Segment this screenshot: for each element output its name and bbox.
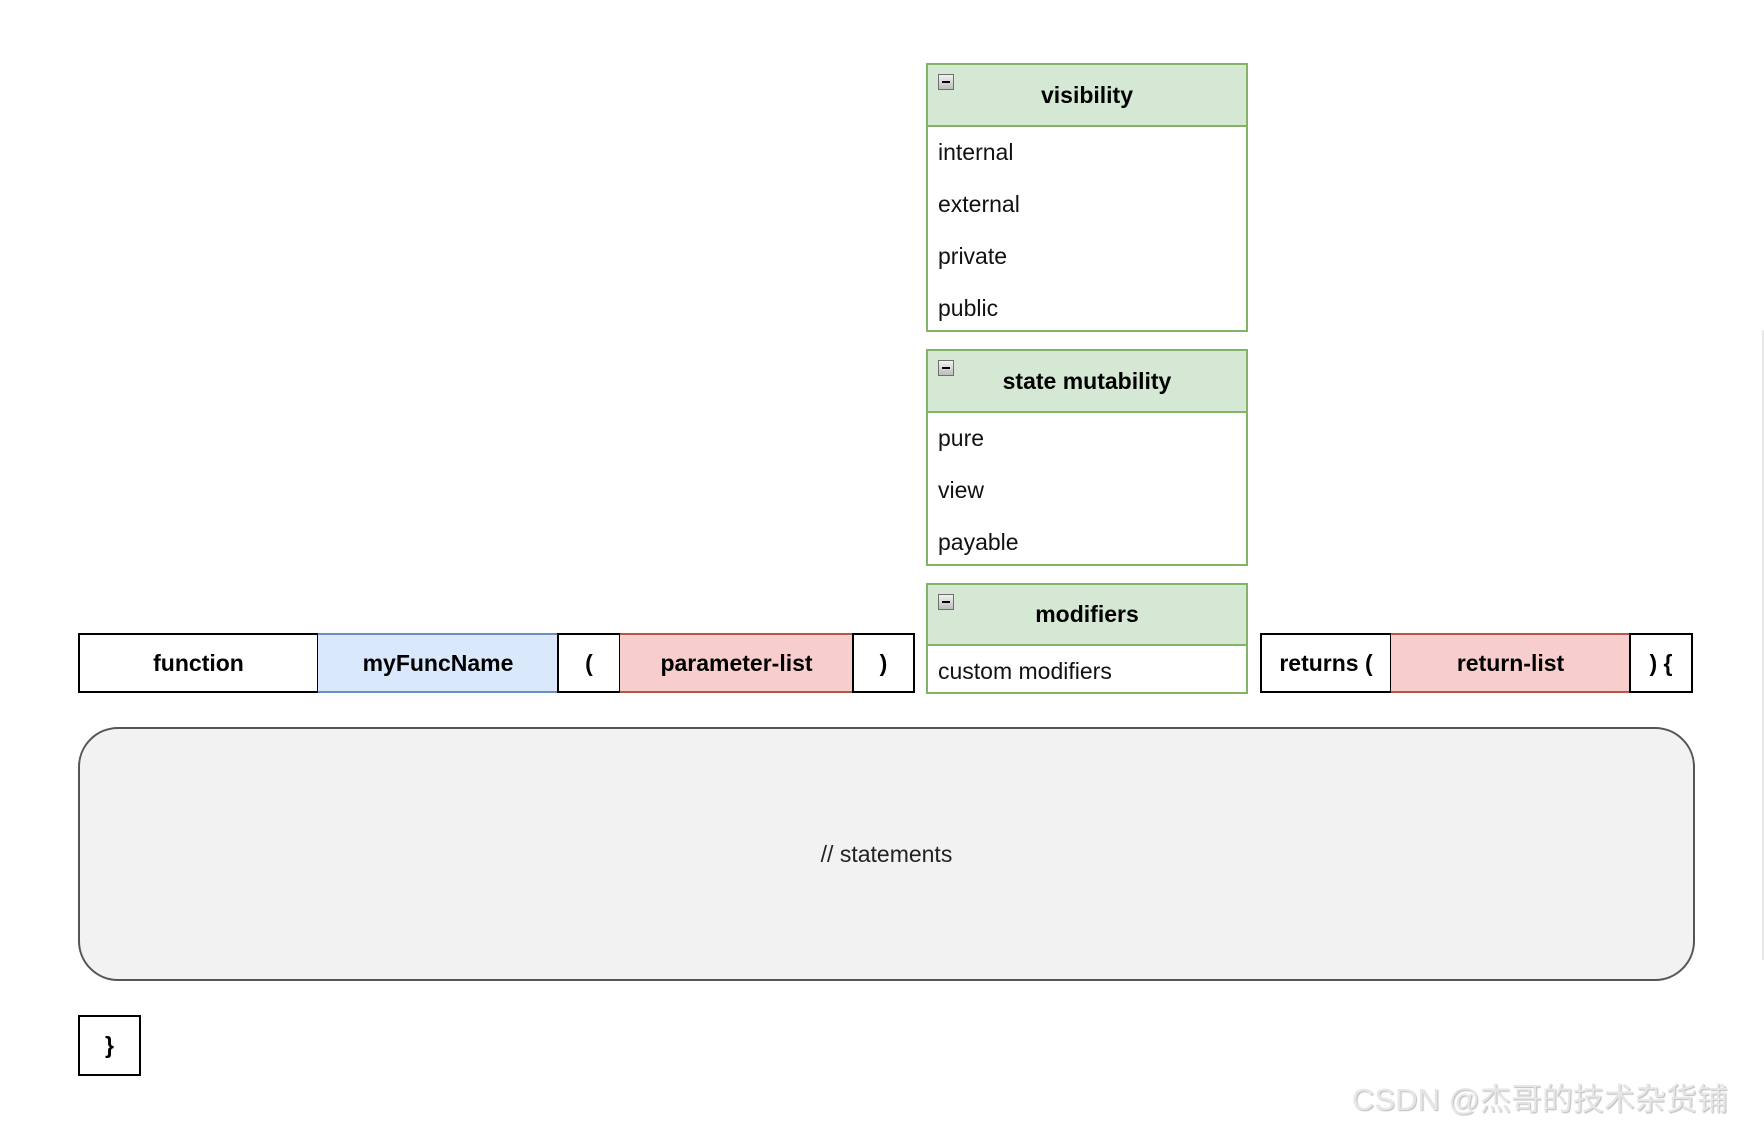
open-paren-label: ( [585, 649, 593, 676]
collapse-icon[interactable] [938, 74, 954, 90]
close-paren-label: ) [879, 649, 888, 676]
return-list-label: return-list [1456, 649, 1565, 676]
closing-brace-label: } [105, 1032, 114, 1058]
watermark: CSDN @杰哥的技术杂货铺 [1352, 1082, 1728, 1117]
list-item: internal [938, 139, 1014, 165]
list-item: pure [938, 425, 985, 451]
open-brace-box: ) { [1629, 633, 1693, 693]
parameter-list-box: parameter-list [620, 633, 853, 693]
list-item: external [938, 191, 1020, 217]
visibility-panel-header: visibility [928, 65, 1246, 127]
list-item: public [938, 295, 999, 321]
state-mutability-panel-title: state mutability [1002, 367, 1172, 394]
statements-label: // statements [820, 840, 953, 867]
parameter-list-label: parameter-list [660, 649, 813, 676]
collapse-icon[interactable] [938, 594, 954, 610]
list-item: private [938, 243, 1008, 269]
list-item: payable [938, 529, 1019, 555]
list-item: view [938, 477, 985, 503]
statements-block: // statements [78, 727, 1695, 981]
state-mutability-panel-header: state mutability [928, 351, 1246, 413]
collapse-icon[interactable] [938, 360, 954, 376]
returns-keyword-box: returns ( [1260, 633, 1392, 693]
close-paren-box: ) [852, 633, 915, 693]
modifiers-panel: modifiers custom modifiers [926, 583, 1248, 694]
modifiers-panel-title: modifiers [1035, 601, 1139, 627]
list-item: custom modifiers [938, 658, 1112, 684]
open-paren-box: ( [557, 633, 621, 693]
modifiers-panel-header: modifiers [928, 585, 1246, 646]
visibility-panel-title: visibility [1040, 81, 1134, 108]
state-mutability-panel: state mutability pure view payable [926, 349, 1248, 566]
closing-brace-box: } [78, 1015, 141, 1076]
function-name-box: myFuncName [318, 633, 558, 693]
visibility-panel: visibility internal external private pub… [926, 63, 1248, 332]
returns-keyword-label: returns ( [1279, 649, 1373, 676]
function-keyword-box: function [78, 633, 319, 693]
function-keyword-label: function [153, 649, 244, 676]
return-list-box: return-list [1391, 633, 1630, 693]
open-brace-label: ) { [1649, 649, 1673, 676]
function-name-label: myFuncName [362, 649, 514, 676]
